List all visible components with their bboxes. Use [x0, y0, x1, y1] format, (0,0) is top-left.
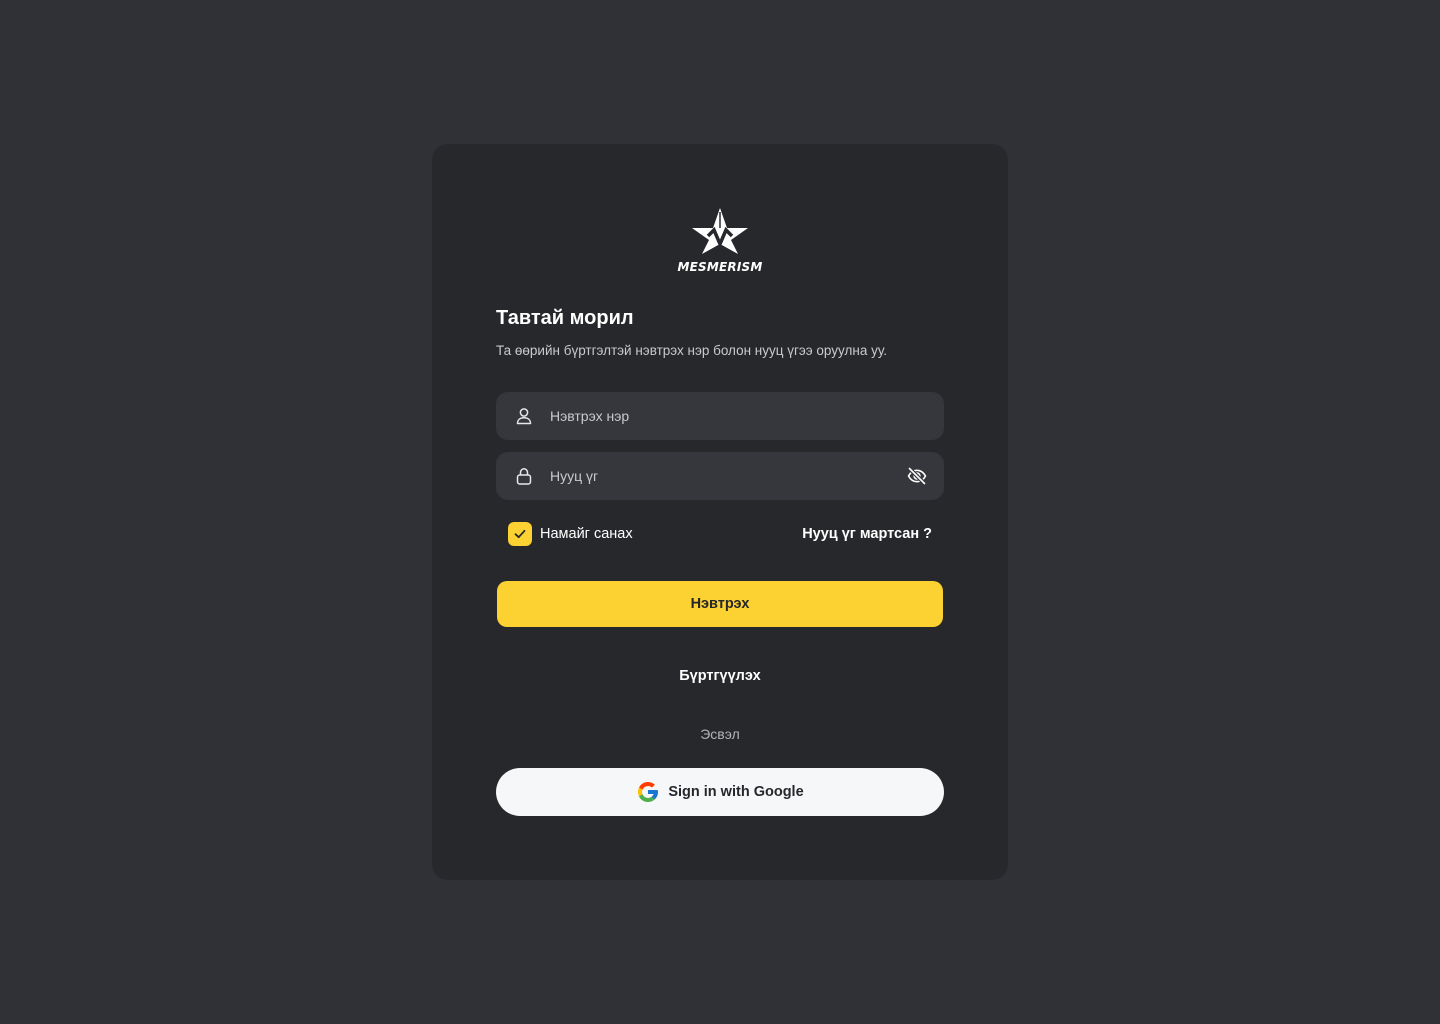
remember-me-label: Намайг санах — [540, 526, 633, 542]
password-input[interactable] — [550, 452, 890, 500]
page-subtitle: Та өөрийн бүртгэлтэй нэвтрэх нэр болон н… — [496, 343, 887, 358]
forgot-password-link[interactable]: Нууц үг мартсан ? — [802, 525, 932, 543]
username-input[interactable] — [550, 392, 890, 440]
page-title: Тавтай морил — [496, 307, 634, 329]
register-link[interactable]: Бүртгүүлэх — [432, 666, 1008, 686]
user-icon — [516, 408, 532, 425]
eye-off-icon[interactable] — [906, 465, 928, 487]
login-page: MESMERISM Тавтай морил Та өөрийн бүртгэл… — [0, 0, 1440, 1024]
lock-icon — [516, 468, 532, 485]
brand-wordmark: MESMERISM — [677, 260, 763, 274]
brand-logo: MESMERISM — [672, 206, 768, 276]
or-divider-text: Эсвэл — [700, 726, 740, 742]
checkbox-box[interactable] — [508, 522, 532, 546]
google-sign-in-button[interactable]: Sign in with Google — [496, 768, 944, 816]
check-icon — [514, 529, 526, 539]
login-button[interactable]: Нэвтрэх — [497, 581, 943, 627]
google-icon — [638, 782, 659, 802]
password-field[interactable] — [496, 452, 944, 500]
star-m-logo-icon — [692, 208, 748, 254]
login-card: MESMERISM Тавтай морил Та өөрийн бүртгэл… — [432, 144, 1008, 880]
remember-me-checkbox[interactable]: Намайг санах — [508, 522, 633, 546]
username-field[interactable] — [496, 392, 944, 440]
google-sign-in-label: Sign in with Google — [668, 784, 804, 800]
